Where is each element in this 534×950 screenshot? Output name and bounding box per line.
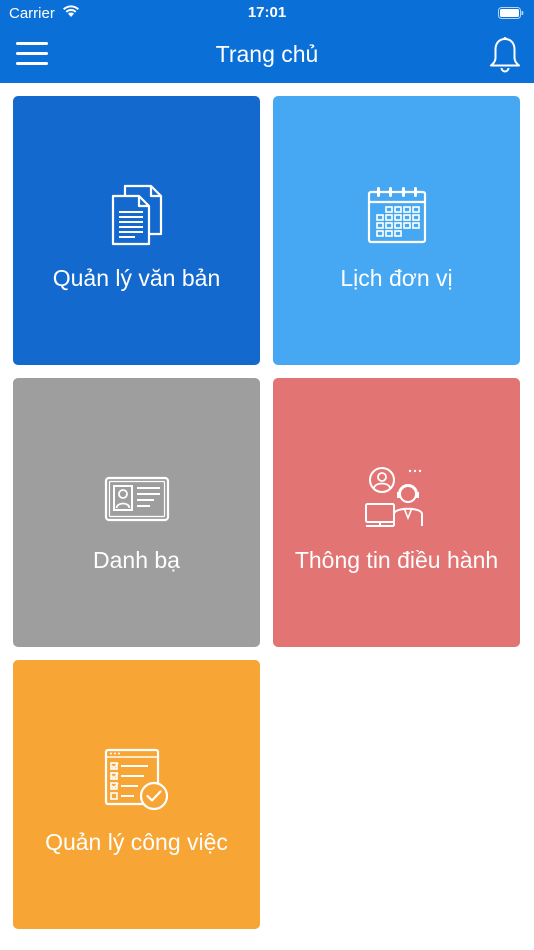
bell-icon[interactable] [488, 36, 522, 74]
status-bar: Carrier 17:01 [0, 0, 534, 27]
status-time: 17:01 [247, 4, 287, 21]
tile-label: Quản lý văn bản [52, 265, 221, 291]
tile-label: Danh bạ [93, 547, 180, 573]
tile-label: Thông tin điều hành [294, 547, 499, 573]
tile-contacts[interactable]: Danh bạ [13, 378, 260, 647]
tile-unit-calendar[interactable]: Lịch đơn vị [273, 96, 520, 365]
home-screen: Carrier 17:01 Trang chủ Quản lý văn bản … [0, 0, 534, 950]
battery-icon [498, 6, 524, 19]
page-title: Trang chủ [215, 41, 319, 67]
contact-card-icon [13, 466, 260, 530]
operator-icon [273, 466, 520, 530]
nav-bar: Trang chủ [0, 27, 534, 83]
task-checklist-icon [13, 748, 260, 812]
tile-document-management[interactable]: Quản lý văn bản [13, 96, 260, 365]
tile-operational-info[interactable]: Thông tin điều hành [273, 378, 520, 647]
documents-icon [13, 184, 260, 248]
tile-task-management[interactable]: Quản lý công việc [13, 660, 260, 929]
calendar-icon [273, 184, 520, 248]
tile-label: Quản lý công việc [45, 829, 228, 855]
tile-label: Lịch đơn vị [340, 265, 453, 291]
